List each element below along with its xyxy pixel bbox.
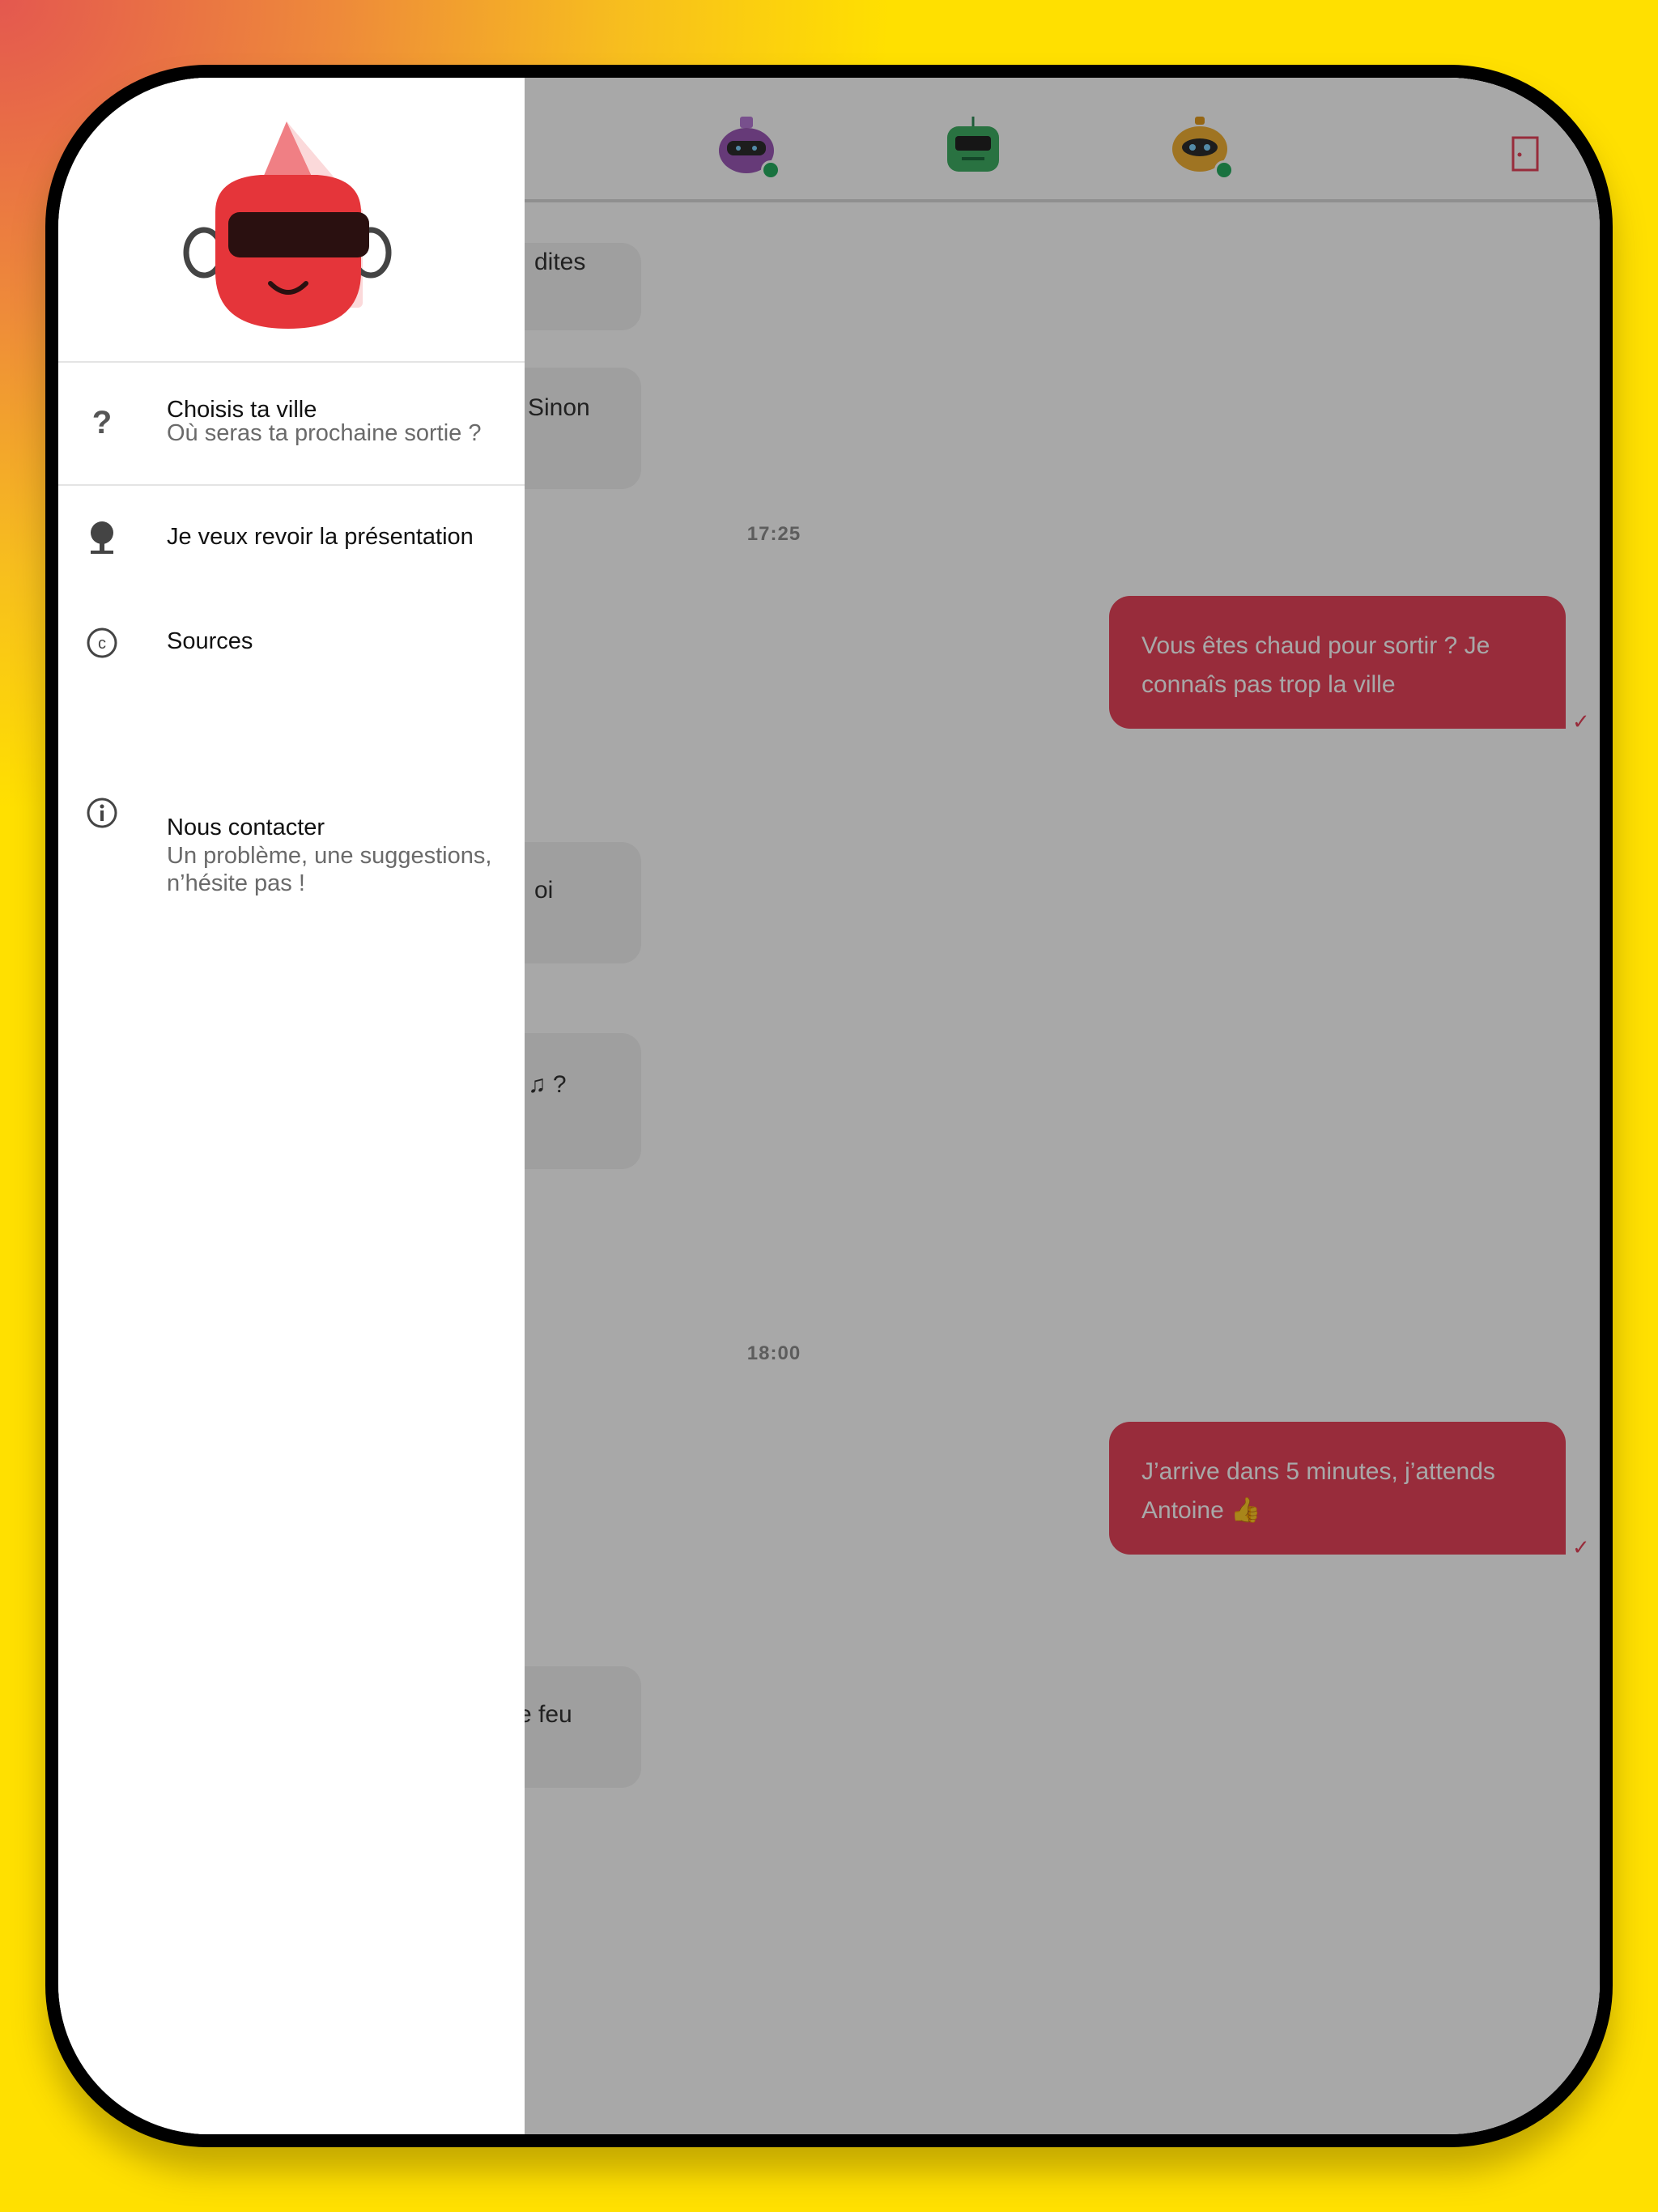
copyright-icon: c bbox=[84, 625, 120, 661]
red-robot-logo bbox=[183, 121, 392, 329]
drawer-header bbox=[58, 78, 525, 361]
drawer-item-choose-city[interactable]: ? Choisis ta ville Où seras ta prochaine… bbox=[58, 363, 525, 484]
app-screen: dites Sinon 17:25 Vous êtes chaud pour s… bbox=[58, 78, 1600, 2134]
item-subtitle: Un problème, une suggestions, n’hésite p… bbox=[167, 843, 492, 896]
item-title: Je veux revoir la présentation bbox=[167, 524, 474, 550]
item-title: Nous contacter bbox=[167, 815, 325, 840]
drawer-item-presentation[interactable]: Je veux revoir la présentation bbox=[58, 486, 525, 591]
navigation-drawer: ? Choisis ta ville Où seras ta prochaine… bbox=[58, 78, 525, 2134]
info-icon bbox=[84, 795, 120, 831]
lightbulb-icon bbox=[84, 520, 120, 555]
drawer-item-sources[interactable]: c Sources bbox=[58, 591, 525, 696]
svg-text:c: c bbox=[98, 635, 106, 653]
item-subtitle: Où seras ta prochaine sortie ? bbox=[167, 420, 482, 446]
item-title: Sources bbox=[167, 628, 253, 654]
drawer-item-contact[interactable]: Nous contacter Un problème, une suggesti… bbox=[58, 696, 525, 915]
question-mark-icon: ? bbox=[91, 404, 113, 440]
